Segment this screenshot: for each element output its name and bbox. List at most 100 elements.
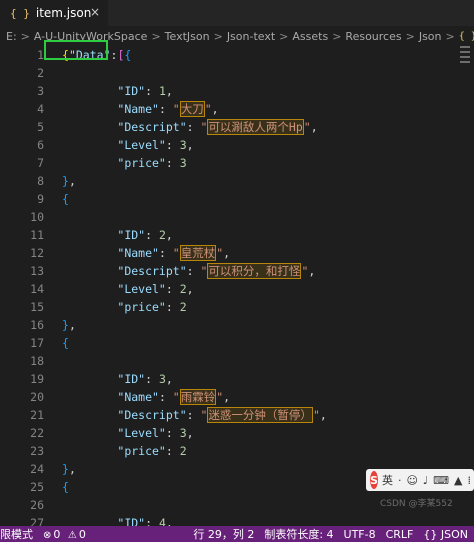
code-token: :	[145, 228, 159, 242]
tab-item-json[interactable]: { } item.json ×	[0, 0, 108, 26]
ime-punct-icon[interactable]: ·	[398, 474, 402, 487]
code-line[interactable]: "ID": 3,	[62, 370, 173, 388]
code-token: "Descript"	[117, 120, 187, 134]
ime-toolbar[interactable]: S 英 · ☺ ♩ ⌨ ▲ ⁞	[366, 469, 474, 491]
encoding[interactable]: UTF-8	[344, 528, 376, 541]
line-number: 23	[30, 444, 44, 458]
breadcrumb-segment[interactable]: Resources	[345, 30, 401, 43]
close-icon[interactable]: ×	[90, 5, 100, 19]
code-editor[interactable]: 1 2 3 4 5 6 7 8 9 10 11 12 13 14 15 16 17 18 19 20 21 22 23 24 2…	[0, 46, 474, 526]
line-number: 11	[30, 228, 44, 242]
code-token: ,	[165, 84, 173, 98]
code-token: {	[62, 192, 69, 206]
skin-icon[interactable]: ▲	[454, 474, 462, 487]
code-line[interactable]: },	[62, 460, 76, 478]
code-line[interactable]: "Name": "雨霖铃",	[62, 388, 230, 406]
ime-language[interactable]: 英	[382, 472, 393, 488]
tab-label: item.json	[35, 6, 92, 20]
breadcrumb-separator: >	[332, 29, 342, 43]
code-token: :	[145, 84, 159, 98]
line-number: 2	[37, 66, 44, 80]
code-area[interactable]: {"Data":[{ "ID": 1, "Name": "大刀", "Descr…	[62, 46, 474, 526]
code-line[interactable]: "ID": 1,	[62, 82, 173, 100]
line-number: 25	[30, 480, 44, 494]
line-number: 8	[37, 174, 44, 188]
code-line[interactable]: "price": 2	[62, 442, 186, 460]
code-line[interactable]: "ID": 4,	[62, 514, 172, 526]
code-token: "	[172, 102, 180, 116]
item-id: 4	[158, 516, 166, 526]
line-number: 5	[37, 120, 44, 134]
breadcrumb-separator: >	[151, 29, 161, 43]
code-token: "Descript"	[117, 408, 187, 422]
more-icon[interactable]: ⁞	[467, 474, 471, 487]
breadcrumb-separator: >	[279, 29, 289, 43]
ime-voice-icon[interactable]: ☺	[406, 474, 417, 487]
breadcrumb-separator: >	[445, 29, 455, 43]
line-number: 16	[30, 318, 44, 332]
code-line[interactable]: "Descript": "可以涮敌人两个Hp",	[62, 118, 318, 136]
code-token: "price"	[117, 444, 166, 458]
code-line[interactable]: {	[62, 190, 69, 208]
code-token: {	[62, 480, 69, 494]
watermark: CSDN @李某552	[380, 499, 453, 509]
code-line[interactable]: "ID": 2,	[62, 226, 172, 244]
line-number: 12	[30, 246, 44, 260]
line-number: 4	[37, 102, 44, 116]
end-of-line[interactable]: CRLF	[386, 528, 414, 541]
code-token: {	[62, 336, 69, 350]
line-number: 20	[30, 390, 44, 404]
minimap[interactable]	[460, 46, 470, 76]
code-line[interactable]: },	[62, 172, 76, 190]
code-token: "price"	[117, 300, 166, 314]
code-line[interactable]: "price": 2	[62, 298, 186, 316]
code-line[interactable]: "Descript": "可以积分，和打怪",	[62, 262, 315, 280]
item-descript: 迷惑一分钟（暂停）	[207, 407, 313, 423]
code-token: ,	[186, 138, 194, 152]
breadcrumb-segment[interactable]: E:	[6, 30, 17, 43]
code-line[interactable]: "price": 3	[62, 154, 186, 172]
code-token: :	[165, 156, 180, 170]
item-level: 3	[179, 138, 187, 152]
code-token: }	[62, 318, 69, 332]
code-line[interactable]: "Descript": "迷惑一分钟（暂停）",	[62, 406, 327, 424]
line-number: 3	[37, 84, 44, 98]
code-line[interactable]: },	[62, 316, 76, 334]
breadcrumb-segment[interactable]: Assets	[292, 30, 328, 43]
keyboard-icon[interactable]: ⌨	[433, 474, 449, 487]
breadcrumb-segment[interactable]: TextJson	[165, 30, 210, 43]
cursor-position[interactable]: 行 29，列 2	[193, 526, 254, 542]
line-number: 27	[30, 516, 44, 526]
item-name: 雨霖铃	[179, 389, 217, 405]
breadcrumb-segment[interactable]: Json	[419, 30, 442, 43]
problems-indicator[interactable]: ⊗ 0 ⚠ 0	[43, 528, 86, 541]
code-token: :	[165, 426, 180, 440]
code-line[interactable]: "Name": "皇荒杖",	[62, 244, 230, 262]
code-token: "	[204, 102, 212, 116]
item-name: 大刀	[179, 101, 205, 117]
code-token: ,	[186, 426, 194, 440]
code-line[interactable]: "Level": 2,	[62, 280, 193, 298]
restricted-mode[interactable]: 限模式	[0, 526, 33, 542]
line-number: 26	[30, 498, 44, 512]
item-id: 3	[158, 372, 166, 386]
code-token: "ID"	[117, 84, 146, 98]
code-line[interactable]: "Level": 3,	[62, 424, 194, 442]
breadcrumb-separator: >	[213, 29, 223, 43]
code-token: ,	[165, 372, 173, 386]
line-number: 19	[30, 372, 44, 386]
breadcrumb-segment[interactable]: Json-text	[227, 30, 275, 43]
code-token: ,	[223, 246, 231, 260]
microphone-icon[interactable]: ♩	[423, 474, 428, 487]
code-line[interactable]: {	[62, 478, 69, 496]
code-token: "Level"	[117, 138, 166, 152]
language-mode[interactable]: {} JSON	[423, 528, 468, 541]
code-line[interactable]: "Level": 3,	[62, 136, 194, 154]
code-line[interactable]: "Name": "大刀",	[62, 100, 219, 118]
tab-size[interactable]: 制表符长度: 4	[264, 526, 333, 542]
code-line[interactable]: {	[62, 334, 69, 352]
